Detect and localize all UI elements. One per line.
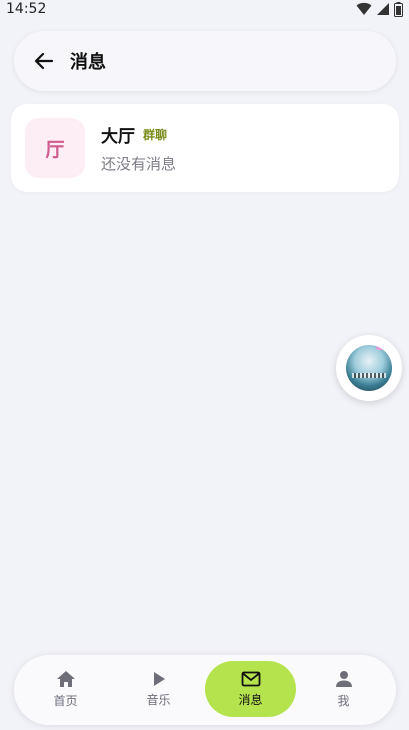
back-button[interactable]	[32, 49, 56, 73]
chat-avatar: 厅	[25, 118, 85, 178]
battery-icon	[394, 1, 403, 17]
nav-item-home[interactable]: 首页	[20, 661, 111, 717]
floating-music-player-button[interactable]	[336, 335, 402, 401]
bottom-nav: 首页 音乐 消息 我	[14, 655, 396, 725]
play-icon	[153, 671, 165, 686]
status-bar: 14:52	[0, 0, 409, 18]
nav-item-me[interactable]: 我	[298, 661, 389, 717]
chat-type-badge: 群聊	[143, 128, 168, 142]
wifi-icon	[356, 2, 372, 15]
nav-item-music[interactable]: 音乐	[113, 661, 204, 717]
chat-item-lobby[interactable]: 厅 大厅 群聊 还没有消息	[11, 104, 399, 192]
person-icon	[335, 670, 352, 687]
header-bar: 消息	[14, 31, 396, 91]
nav-label-me: 我	[337, 693, 350, 708]
album-cover-disc	[346, 345, 392, 391]
signal-icon	[377, 3, 389, 15]
chat-text: 大厅 群聊 还没有消息	[101, 122, 176, 174]
nav-label-messages: 消息	[238, 692, 263, 707]
home-icon	[56, 670, 75, 687]
mail-icon	[241, 671, 260, 686]
chat-preview: 还没有消息	[101, 155, 177, 173]
chat-avatar-text: 厅	[45, 138, 65, 161]
nav-label-home: 首页	[53, 693, 78, 708]
status-icons	[356, 1, 403, 17]
chat-name-row: 大厅 群聊	[101, 122, 176, 147]
arrow-left-icon	[34, 52, 54, 70]
chat-name: 大厅	[101, 127, 135, 147]
disc-highlight	[376, 345, 388, 350]
page-title: 消息	[70, 52, 106, 73]
nav-label-music: 音乐	[146, 692, 171, 707]
disc-decoration	[352, 373, 386, 378]
nav-item-messages[interactable]: 消息	[205, 661, 296, 717]
status-time: 14:52	[6, 1, 47, 17]
